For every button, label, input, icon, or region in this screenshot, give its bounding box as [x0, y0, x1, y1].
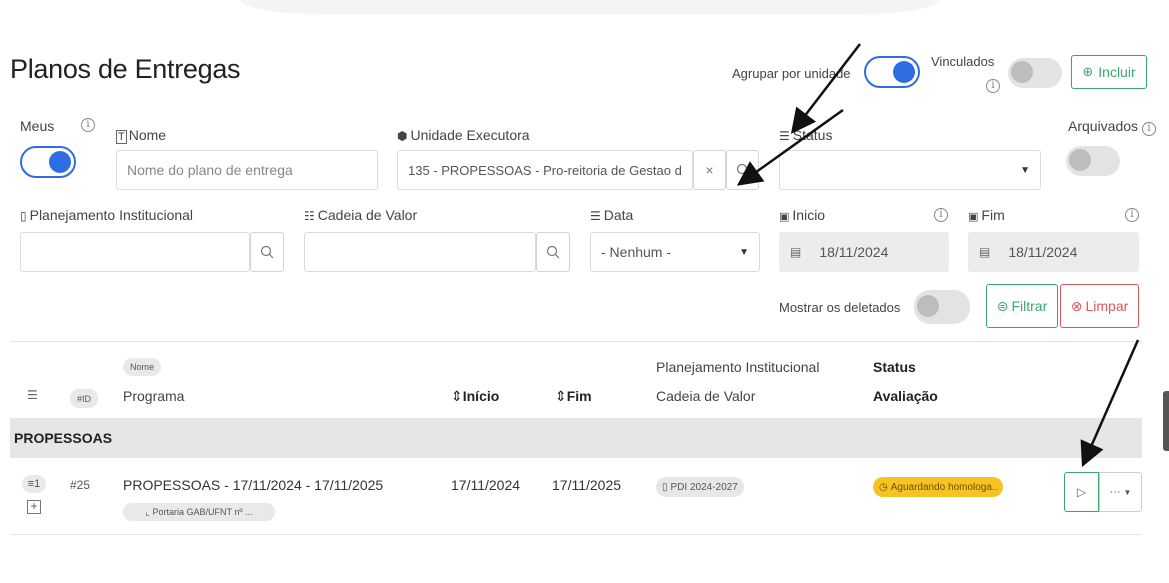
row-status-badge: ◷ Aguardando homologa..: [873, 477, 1004, 497]
incluir-label: Incluir: [1098, 64, 1136, 80]
planejamento-header: Planejamento Institucional: [656, 359, 820, 375]
status-field-label: ☰ Status: [779, 127, 833, 143]
status-header: Status: [873, 359, 916, 375]
calendar-icon: ▤: [790, 245, 802, 259]
arquivados-toggle[interactable]: [1066, 146, 1120, 176]
agrupar-label: Agrupar por unidade: [732, 66, 851, 81]
vinculados-label: Vinculados: [931, 54, 995, 69]
vinculados-info-icon[interactable]: i: [986, 79, 1000, 93]
data-field-label: ☰ Data: [590, 207, 634, 223]
vinculados-toggle[interactable]: [1008, 58, 1062, 88]
close-icon: ×: [705, 162, 714, 178]
unidade-search-button[interactable]: [726, 150, 759, 190]
chevron-down-icon: ▼: [739, 246, 749, 258]
planejamento-search-button[interactable]: [250, 232, 284, 272]
list-icon: ☰: [779, 129, 790, 143]
chevron-down-icon: ▼: [1020, 164, 1030, 176]
limpar-button[interactable]: ⊗ Limpar: [1060, 284, 1139, 328]
inicio-date-input[interactable]: ▤ 18/11/2024: [779, 232, 949, 272]
inicio-header[interactable]: ⇕Início: [451, 388, 499, 405]
planejamento-field-label: ▯ Planejamento Institucional: [20, 207, 194, 223]
sort-icon: ⇕: [555, 388, 567, 404]
unit-icon: ⬢: [397, 129, 408, 143]
nome-sort-pill[interactable]: Nome: [123, 358, 161, 376]
unidade-input[interactable]: 135 - PROPESSOAS - Pro-reitoria de Gesta…: [397, 150, 693, 190]
row-programa-pill: ⌞ Portaria GAB/UFNT nº ...: [123, 503, 275, 521]
search-icon: [546, 245, 560, 259]
text-field-icon: T: [116, 130, 127, 144]
cadeia-search-button[interactable]: [536, 232, 570, 272]
meus-label: Meus: [20, 118, 55, 134]
row-menu-button[interactable]: ··· ▼: [1099, 472, 1142, 512]
arquivados-info-icon[interactable]: i: [1141, 122, 1156, 136]
filter-icon: ⊜: [996, 297, 1009, 314]
group-row: [10, 418, 1142, 458]
row-fim: 17/11/2025: [552, 477, 622, 493]
row-id: #25: [70, 478, 91, 492]
fim-date-input[interactable]: ▤ 18/11/2024: [968, 232, 1139, 272]
list-settings-icon[interactable]: ☰: [27, 388, 38, 402]
document-icon: ▯: [20, 209, 27, 223]
meus-toggle[interactable]: [20, 146, 76, 178]
row-inicio: 17/11/2024: [451, 477, 521, 493]
search-icon: [736, 163, 749, 177]
row-nome: PROPESSOAS - 17/11/2024 - 17/11/2025: [123, 477, 384, 493]
programa-header: Programa: [123, 388, 185, 404]
data-select[interactable]: - Nenhum - ▼: [590, 232, 760, 272]
nome-field-label: T Nome: [116, 127, 167, 144]
clear-circle-icon: ⊗: [1070, 297, 1083, 314]
group-label: PROPESSOAS: [14, 430, 113, 446]
divider: [10, 341, 1142, 342]
top-decoration: [240, 0, 940, 14]
chart-icon: ⌞: [145, 506, 150, 517]
arquivados-label: Arquivados i: [1068, 118, 1156, 136]
calendar-icon: ▣: [968, 211, 979, 223]
fim-info-icon[interactable]: i: [1125, 208, 1139, 222]
inicio-field-label: ▣ Inicio: [779, 207, 826, 223]
planejamento-input[interactable]: [20, 232, 250, 272]
document-icon: ▯: [662, 481, 668, 493]
sort-icon: ⇕: [451, 388, 463, 404]
unidade-field-label: ⬢ Unidade Executora: [397, 127, 530, 143]
fim-header[interactable]: ⇕Fim: [555, 388, 592, 405]
unidade-clear-button[interactable]: ×: [693, 150, 726, 190]
row-divider: [10, 534, 1142, 535]
inicio-info-icon[interactable]: i: [934, 208, 948, 222]
calendar-icon: ▣: [779, 211, 790, 223]
calendar-icon: ▤: [979, 245, 991, 259]
side-scroll-handle[interactable]: [1163, 391, 1169, 451]
id-header[interactable]: #ID: [70, 389, 98, 408]
mostrar-deletados-label: Mostrar os deletados: [779, 300, 901, 315]
nome-input[interactable]: Nome do plano de entrega: [116, 150, 378, 190]
row-planejamento-badge: ▯ PDI 2024-2027: [656, 477, 744, 497]
fim-field-label: ▣ Fim: [968, 207, 1005, 223]
meus-info-icon[interactable]: i: [81, 118, 95, 132]
cadeia-header: Cadeia de Valor: [656, 388, 756, 404]
cadeia-field-label: ☷ Cadeia de Valor: [304, 207, 418, 223]
chevron-down-icon: ▼: [1123, 487, 1132, 497]
search-icon: [260, 245, 274, 259]
row-count-badge[interactable]: ≡ 1: [22, 475, 46, 493]
hierarchy-icon: ☷: [304, 209, 315, 223]
avaliacao-header: Avaliação: [873, 388, 938, 404]
mostrar-deletados-toggle[interactable]: [914, 290, 970, 324]
status-select[interactable]: ▼: [779, 150, 1041, 190]
page-title: Planos de Entregas: [10, 54, 241, 84]
agrupar-toggle[interactable]: [864, 56, 920, 88]
clock-icon: ◷: [879, 481, 888, 493]
plus-circle-icon: ⊕: [1082, 64, 1094, 79]
calendar-list-icon: ☰: [590, 209, 601, 223]
play-icon: ▷: [1076, 485, 1087, 499]
incluir-button[interactable]: ⊕ Incluir: [1071, 55, 1147, 89]
cadeia-input[interactable]: [304, 232, 536, 272]
expand-icon[interactable]: +: [27, 500, 41, 514]
play-button[interactable]: ▷: [1064, 472, 1099, 512]
filtrar-button[interactable]: ⊜ Filtrar: [986, 284, 1058, 328]
